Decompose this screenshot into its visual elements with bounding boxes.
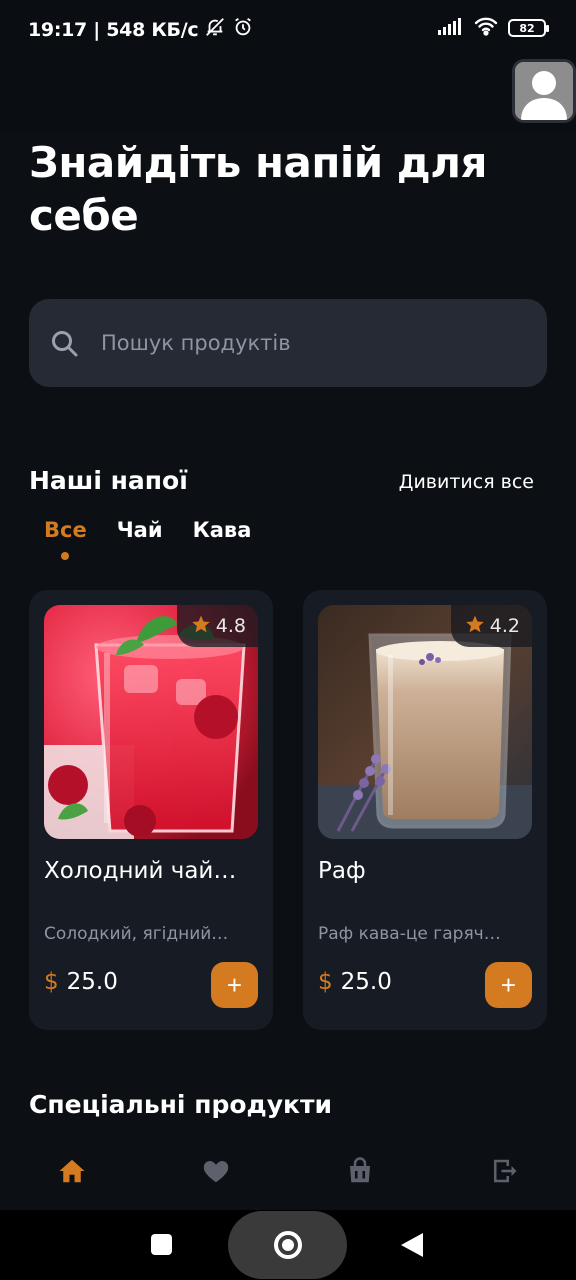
home-button[interactable] [228,1211,347,1279]
wifi-icon [474,16,498,40]
logout-icon[interactable] [489,1156,519,1186]
rating-value: 4.8 [215,615,246,637]
product-name: Раф [318,858,366,884]
back-icon[interactable] [401,1233,423,1261]
currency-symbol: $ [318,969,333,995]
product-name: Холодний чай… [44,858,237,884]
heart-icon[interactable] [201,1156,231,1186]
product-description: Солодкий, ягідний… [44,924,229,944]
star-icon [191,614,211,639]
battery-indicator: 82 [508,19,549,37]
tab-tea[interactable]: Чай [117,518,163,542]
product-image-iced-tea: 4.8 [44,605,258,839]
notifications-off-icon [204,16,226,43]
status-bar: 19:17 | 548 КБ/с 82 [0,0,576,56]
rating-value: 4.2 [489,615,520,637]
product-image-raf: 4.2 [318,605,532,839]
price-value: 25.0 [66,969,118,995]
page-title: Знайдіть напій для себе [29,138,487,240]
alarm-icon [232,16,254,43]
tab-all[interactable]: Все [44,518,87,560]
tab-all-label: Все [44,518,87,542]
section-title-drinks: Наші напої [29,466,188,495]
shopping-bag-icon[interactable] [345,1156,375,1186]
star-icon [465,614,485,639]
product-card-raf[interactable]: 4.2 Раф Раф кава-це гаряч… $25.0 + [303,590,547,1030]
status-left: 19:17 | 548 КБ/с [28,16,254,43]
product-price: $25.0 [318,969,392,995]
category-tabs: Все Чай Кава [44,518,252,560]
tab-coffee-label: Кава [192,518,252,542]
search-input[interactable] [101,299,521,387]
rating-badge: 4.8 [176,605,258,647]
home-icon[interactable] [57,1156,87,1186]
status-time-speed: 19:17 | 548 КБ/с [28,18,199,41]
home-circle-icon [274,1231,302,1259]
search-box[interactable] [29,299,547,387]
section-title-special: Спеціальні продукти [29,1090,333,1119]
bottom-navigation [0,1134,576,1210]
see-all-link[interactable]: Дивитися все [399,471,534,493]
product-price: $25.0 [44,969,118,995]
tab-tea-label: Чай [116,518,163,542]
status-right: 82 [438,16,549,40]
recent-apps-icon[interactable] [151,1234,172,1255]
rating-badge: 4.2 [450,605,532,647]
add-to-cart-button[interactable]: + [211,962,258,1008]
product-card-iced-tea[interactable]: 4.8 Холодний чай… Солодкий, ягідний… $25… [29,590,273,1030]
product-description: Раф кава-це гаряч… [318,924,501,944]
top-app-bar [0,56,576,132]
signal-icon [438,17,464,39]
active-tab-dot [61,552,69,560]
user-avatar-icon[interactable] [512,59,576,123]
tab-coffee[interactable]: Кава [193,518,252,542]
currency-symbol: $ [44,969,59,995]
price-value: 25.0 [340,969,392,995]
add-to-cart-button[interactable]: + [485,962,532,1008]
system-navigation-bar [0,1210,576,1280]
search-icon [50,329,80,359]
